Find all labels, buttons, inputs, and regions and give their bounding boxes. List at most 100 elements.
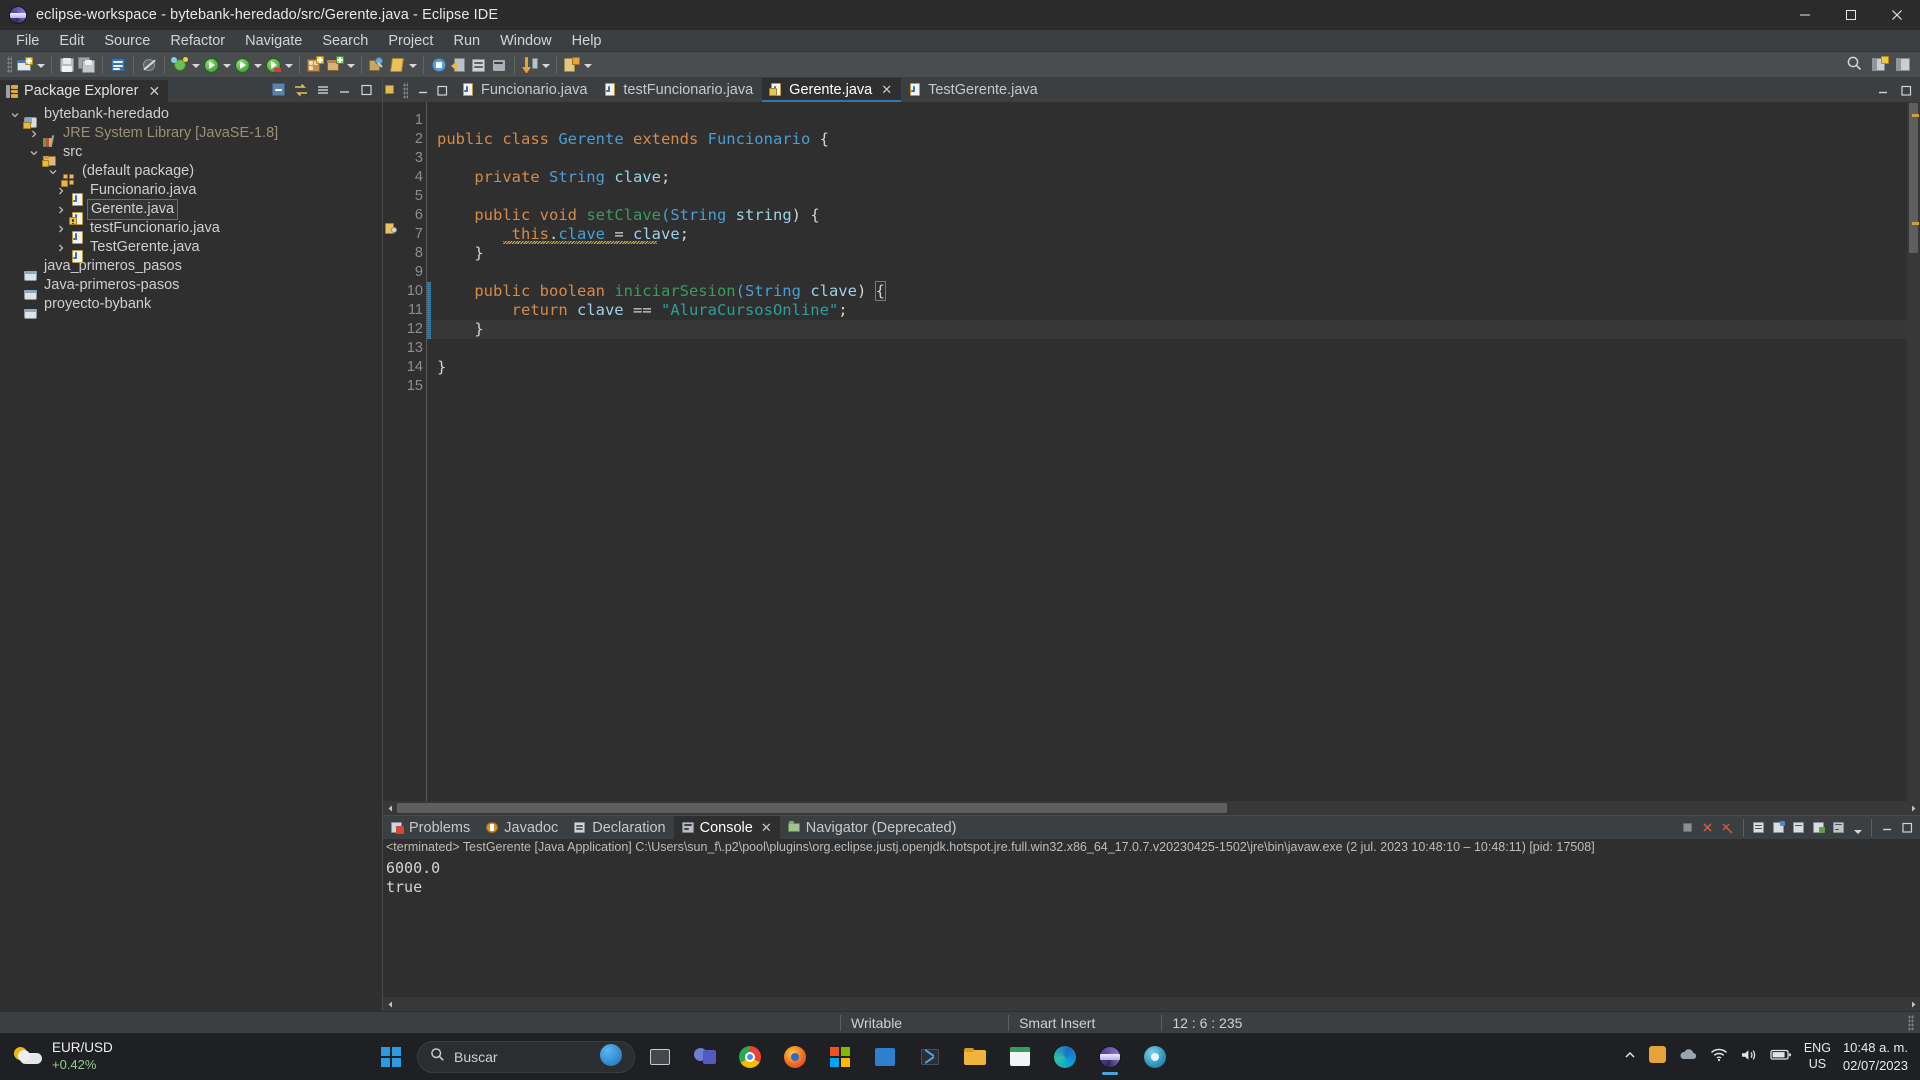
chevron-right-icon[interactable] <box>52 205 69 215</box>
dropdown-arrow[interactable] <box>252 55 263 75</box>
chevron-right-icon[interactable] <box>52 186 69 196</box>
editor-grip[interactable] <box>403 81 408 99</box>
dropdown-arrow[interactable] <box>582 55 593 75</box>
new-wizard-icon[interactable] <box>15 55 35 75</box>
quick-access-search-icon[interactable] <box>1846 55 1866 75</box>
java-perspective-icon[interactable] <box>1894 55 1914 75</box>
maximize-icon[interactable] <box>1900 821 1914 835</box>
coverage-icon[interactable] <box>263 55 283 75</box>
app-tray-icon[interactable] <box>1648 1046 1666 1067</box>
dropdown-arrow[interactable] <box>407 55 418 75</box>
tree-item-java-primeros-pasos-2[interactable]: Java-primeros-pasos <box>0 276 382 300</box>
chevron-down-icon[interactable] <box>6 110 23 120</box>
project-tree[interactable]: bytebank-heredado JRE System Library [Ja… <box>0 102 382 1011</box>
menu-refactor[interactable]: Refactor <box>160 31 235 51</box>
skip-breakpoints-icon[interactable] <box>139 55 159 75</box>
run-external-tools-icon[interactable] <box>232 55 252 75</box>
toolbar-grip[interactable] <box>7 56 12 73</box>
maximize-icon[interactable] <box>360 83 375 98</box>
link-with-editor-icon[interactable] <box>294 83 309 98</box>
minimize-icon[interactable] <box>416 83 430 97</box>
dropdown-arrow[interactable] <box>345 55 356 75</box>
taskbar-search-box[interactable]: Buscar <box>417 1040 635 1073</box>
chrome-icon[interactable] <box>730 1037 770 1077</box>
view-menu-icon[interactable] <box>316 83 331 98</box>
close-icon[interactable]: ✕ <box>148 84 160 98</box>
status-resize-grip[interactable] <box>1908 1014 1914 1031</box>
menu-file[interactable]: File <box>6 31 49 51</box>
tab-testfuncionario-java[interactable]: testFuncionario.java <box>596 78 763 102</box>
chevron-right-icon[interactable] <box>52 224 69 234</box>
previous-annotation-icon[interactable] <box>429 55 449 75</box>
dropdown-arrow[interactable] <box>283 55 294 75</box>
code-editor[interactable]: 1 2 3 4 5 6 7 8 9 10 11 12 13 14 15 publ… <box>383 102 1920 801</box>
onedrive-icon[interactable] <box>1678 1048 1698 1066</box>
display-selected-console-icon[interactable] <box>1792 821 1806 835</box>
vscode-icon[interactable] <box>910 1037 950 1077</box>
copilot-icon[interactable] <box>600 1043 622 1070</box>
tree-item-proyecto-bybank[interactable]: proyecto-bybank <box>0 295 382 319</box>
tab-console[interactable]: Console ✕ <box>673 816 780 839</box>
pin-icon[interactable] <box>562 55 582 75</box>
firefox-icon[interactable] <box>775 1037 815 1077</box>
tab-navigator[interactable]: Navigator (Deprecated) <box>780 816 965 839</box>
word-wrap-icon[interactable] <box>1832 821 1846 835</box>
folder-icon[interactable] <box>955 1037 995 1077</box>
tab-funcionario-java[interactable]: Funcionario.java <box>454 78 597 102</box>
scroll-right-arrow-icon[interactable] <box>1906 801 1920 815</box>
open-perspective-icon[interactable] <box>1870 55 1890 75</box>
scroll-right-arrow-icon[interactable] <box>1906 997 1920 1011</box>
terminate-icon[interactable] <box>1681 821 1695 835</box>
tab-javadoc[interactable]: Javadoc <box>478 816 566 839</box>
menu-window[interactable]: Window <box>490 31 562 51</box>
dropdown-arrow[interactable] <box>190 55 201 75</box>
chevron-right-icon[interactable] <box>52 243 69 253</box>
editor-vertical-scrollbar[interactable] <box>1907 102 1920 801</box>
tree-item-gerente-java[interactable]: Gerente.java <box>0 199 382 225</box>
tree-item-funcionario-java[interactable]: Funcionario.java <box>0 181 382 206</box>
settings-gear-icon[interactable] <box>1135 1037 1175 1077</box>
dropdown-arrow[interactable] <box>540 55 551 75</box>
task-view-icon[interactable] <box>640 1037 680 1077</box>
maximize-icon[interactable] <box>435 83 449 97</box>
chevron-down-icon[interactable] <box>44 167 61 177</box>
calendar-icon[interactable] <box>1000 1037 1040 1077</box>
teams-icon[interactable] <box>685 1037 725 1077</box>
file-explorer-blue-icon[interactable] <box>865 1037 905 1077</box>
tab-problems[interactable]: Problems <box>383 816 478 839</box>
open-type-icon[interactable] <box>367 55 387 75</box>
close-icon[interactable] <box>1874 0 1920 30</box>
minimize-icon[interactable] <box>1782 0 1828 30</box>
menu-run[interactable]: Run <box>443 31 490 51</box>
tab-package-explorer[interactable]: Package Explorer ✕ <box>0 78 169 102</box>
tab-declaration[interactable]: Declaration <box>566 816 673 839</box>
new-package-icon[interactable] <box>325 55 345 75</box>
volume-icon[interactable] <box>1740 1048 1758 1066</box>
taskbar-widget-finance[interactable]: EUR/USD +0.42% <box>0 1040 370 1073</box>
last-edit-icon[interactable] <box>469 55 489 75</box>
new-java-project-icon[interactable] <box>305 55 325 75</box>
code-canvas[interactable]: public class Gerente extends Funcionario… <box>431 102 1920 801</box>
menu-project[interactable]: Project <box>378 31 443 51</box>
dropdown-arrow[interactable] <box>221 55 232 75</box>
search-icon[interactable] <box>387 55 407 75</box>
scrollbar-thumb[interactable] <box>1909 103 1918 253</box>
dropdown-arrow[interactable] <box>35 55 46 75</box>
menu-search[interactable]: Search <box>312 31 378 51</box>
menu-navigate[interactable]: Navigate <box>235 31 312 51</box>
quickfix-warning-icon[interactable] <box>385 223 398 236</box>
microsoft-store-icon[interactable] <box>820 1037 860 1077</box>
edge-icon[interactable] <box>1045 1037 1085 1077</box>
wifi-icon[interactable] <box>1710 1048 1728 1066</box>
overview-warning-marker[interactable] <box>1912 222 1919 225</box>
save-all-icon[interactable] <box>77 55 97 75</box>
language-indicator[interactable]: ENG US <box>1804 1041 1831 1072</box>
scroll-left-arrow-icon[interactable] <box>383 997 397 1011</box>
editor-horizontal-scrollbar[interactable] <box>383 801 1920 815</box>
console-horizontal-scrollbar[interactable] <box>383 997 1920 1011</box>
search-input[interactable]: Buscar <box>454 1049 498 1065</box>
new-java-class-icon[interactable] <box>108 55 128 75</box>
minimize-icon[interactable] <box>338 83 353 98</box>
menu-edit[interactable]: Edit <box>49 31 94 51</box>
next-annotation-icon[interactable] <box>449 55 469 75</box>
